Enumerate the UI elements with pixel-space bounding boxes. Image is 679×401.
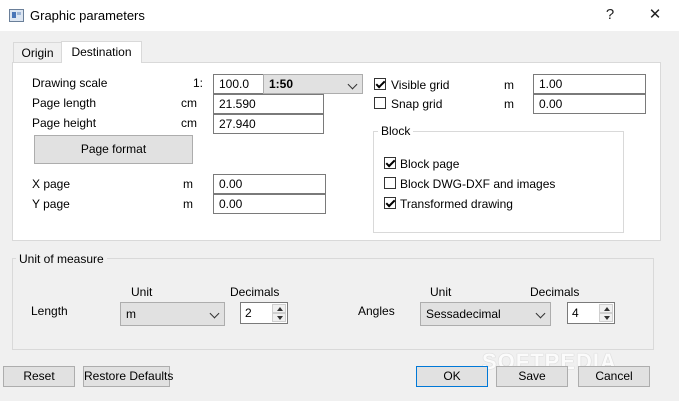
page-length-label: Page length	[32, 96, 97, 110]
spin-down-icon[interactable]	[599, 313, 613, 322]
spin-down-icon[interactable]	[272, 313, 286, 322]
drawing-scale-label: Drawing scale	[32, 76, 108, 90]
block-dwg-dxf-label: Block DWG-DXF and images	[400, 177, 556, 191]
close-button[interactable]: ✕	[644, 4, 666, 26]
drawing-scale-prefix: 1:	[193, 76, 204, 90]
length-unit-value: m	[126, 307, 136, 321]
page-length-input[interactable]: 21.590	[213, 94, 324, 114]
unit-of-measure-title: Unit of measure	[16, 252, 107, 266]
tab-destination[interactable]: Destination	[61, 41, 142, 63]
visible-grid-label: Visible grid	[391, 78, 450, 92]
y-page-label: Y page	[32, 197, 70, 211]
ok-button[interactable]: OK	[416, 366, 488, 387]
length-decimals-spinner[interactable]: 2	[240, 302, 288, 324]
visible-grid-input[interactable]: 1.00	[533, 74, 646, 94]
app-icon	[9, 9, 24, 22]
chevron-down-icon	[347, 79, 358, 90]
drawing-scale-input[interactable]: 100.0	[213, 74, 264, 94]
length-label: Length	[31, 304, 68, 318]
angles-unit-dropdown[interactable]: Sessadecimal	[420, 302, 551, 326]
transformed-drawing-checkbox[interactable]	[384, 197, 396, 209]
unit-of-measure-group	[12, 258, 654, 350]
snap-grid-unit: m	[504, 97, 514, 111]
cancel-button[interactable]: Cancel	[578, 366, 650, 387]
page-length-unit: cm	[181, 96, 197, 110]
snap-grid-input[interactable]: 0.00	[533, 94, 646, 114]
length-unit-header: Unit	[131, 285, 153, 299]
length-decimals-header: Decimals	[230, 285, 280, 299]
page-height-input[interactable]: 27.940	[213, 114, 324, 134]
reset-button[interactable]: Reset	[3, 366, 75, 387]
tab-origin[interactable]: Origin	[13, 42, 62, 63]
angles-unit-header: Unit	[430, 285, 452, 299]
page-height-unit: cm	[181, 116, 197, 130]
block-group-title: Block	[378, 124, 414, 138]
snap-grid-checkbox[interactable]	[374, 97, 386, 109]
angles-decimals-spinner[interactable]: 4	[567, 302, 615, 324]
x-page-label: X page	[32, 177, 71, 191]
spin-up-icon[interactable]	[272, 304, 286, 313]
x-page-unit: m	[183, 177, 193, 191]
y-page-unit: m	[183, 197, 193, 211]
page-height-label: Page height	[32, 116, 97, 130]
save-button[interactable]: Save	[496, 366, 568, 387]
angles-decimals-value: 4	[572, 306, 579, 320]
length-unit-dropdown[interactable]: m	[120, 302, 225, 326]
visible-grid-unit: m	[504, 78, 514, 92]
length-decimals-value: 2	[245, 306, 252, 320]
y-page-input[interactable]: 0.00	[213, 194, 326, 214]
restore-defaults-button[interactable]: Restore Defaults	[83, 366, 173, 387]
window-title: Graphic parameters	[30, 8, 145, 23]
angles-label: Angles	[358, 304, 395, 318]
spin-up-icon[interactable]	[599, 304, 613, 313]
block-dwg-dxf-checkbox[interactable]	[384, 177, 396, 189]
page-format-button[interactable]: Page format	[34, 135, 193, 164]
block-page-checkbox[interactable]	[384, 157, 396, 169]
visible-grid-checkbox[interactable]	[374, 78, 386, 90]
help-button[interactable]: ?	[599, 4, 621, 26]
scale-preset-dropdown[interactable]: 1:50	[263, 74, 363, 94]
snap-grid-label: Snap grid	[391, 97, 443, 111]
chevron-down-icon	[209, 308, 220, 319]
angles-decimals-header: Decimals	[530, 285, 580, 299]
scale-preset-value: 1:50	[269, 77, 294, 91]
block-page-label: Block page	[400, 157, 460, 171]
chevron-down-icon	[535, 308, 546, 319]
x-page-input[interactable]: 0.00	[213, 174, 326, 194]
angles-unit-value: Sessadecimal	[426, 307, 501, 321]
transformed-drawing-label: Transformed drawing	[400, 197, 513, 211]
